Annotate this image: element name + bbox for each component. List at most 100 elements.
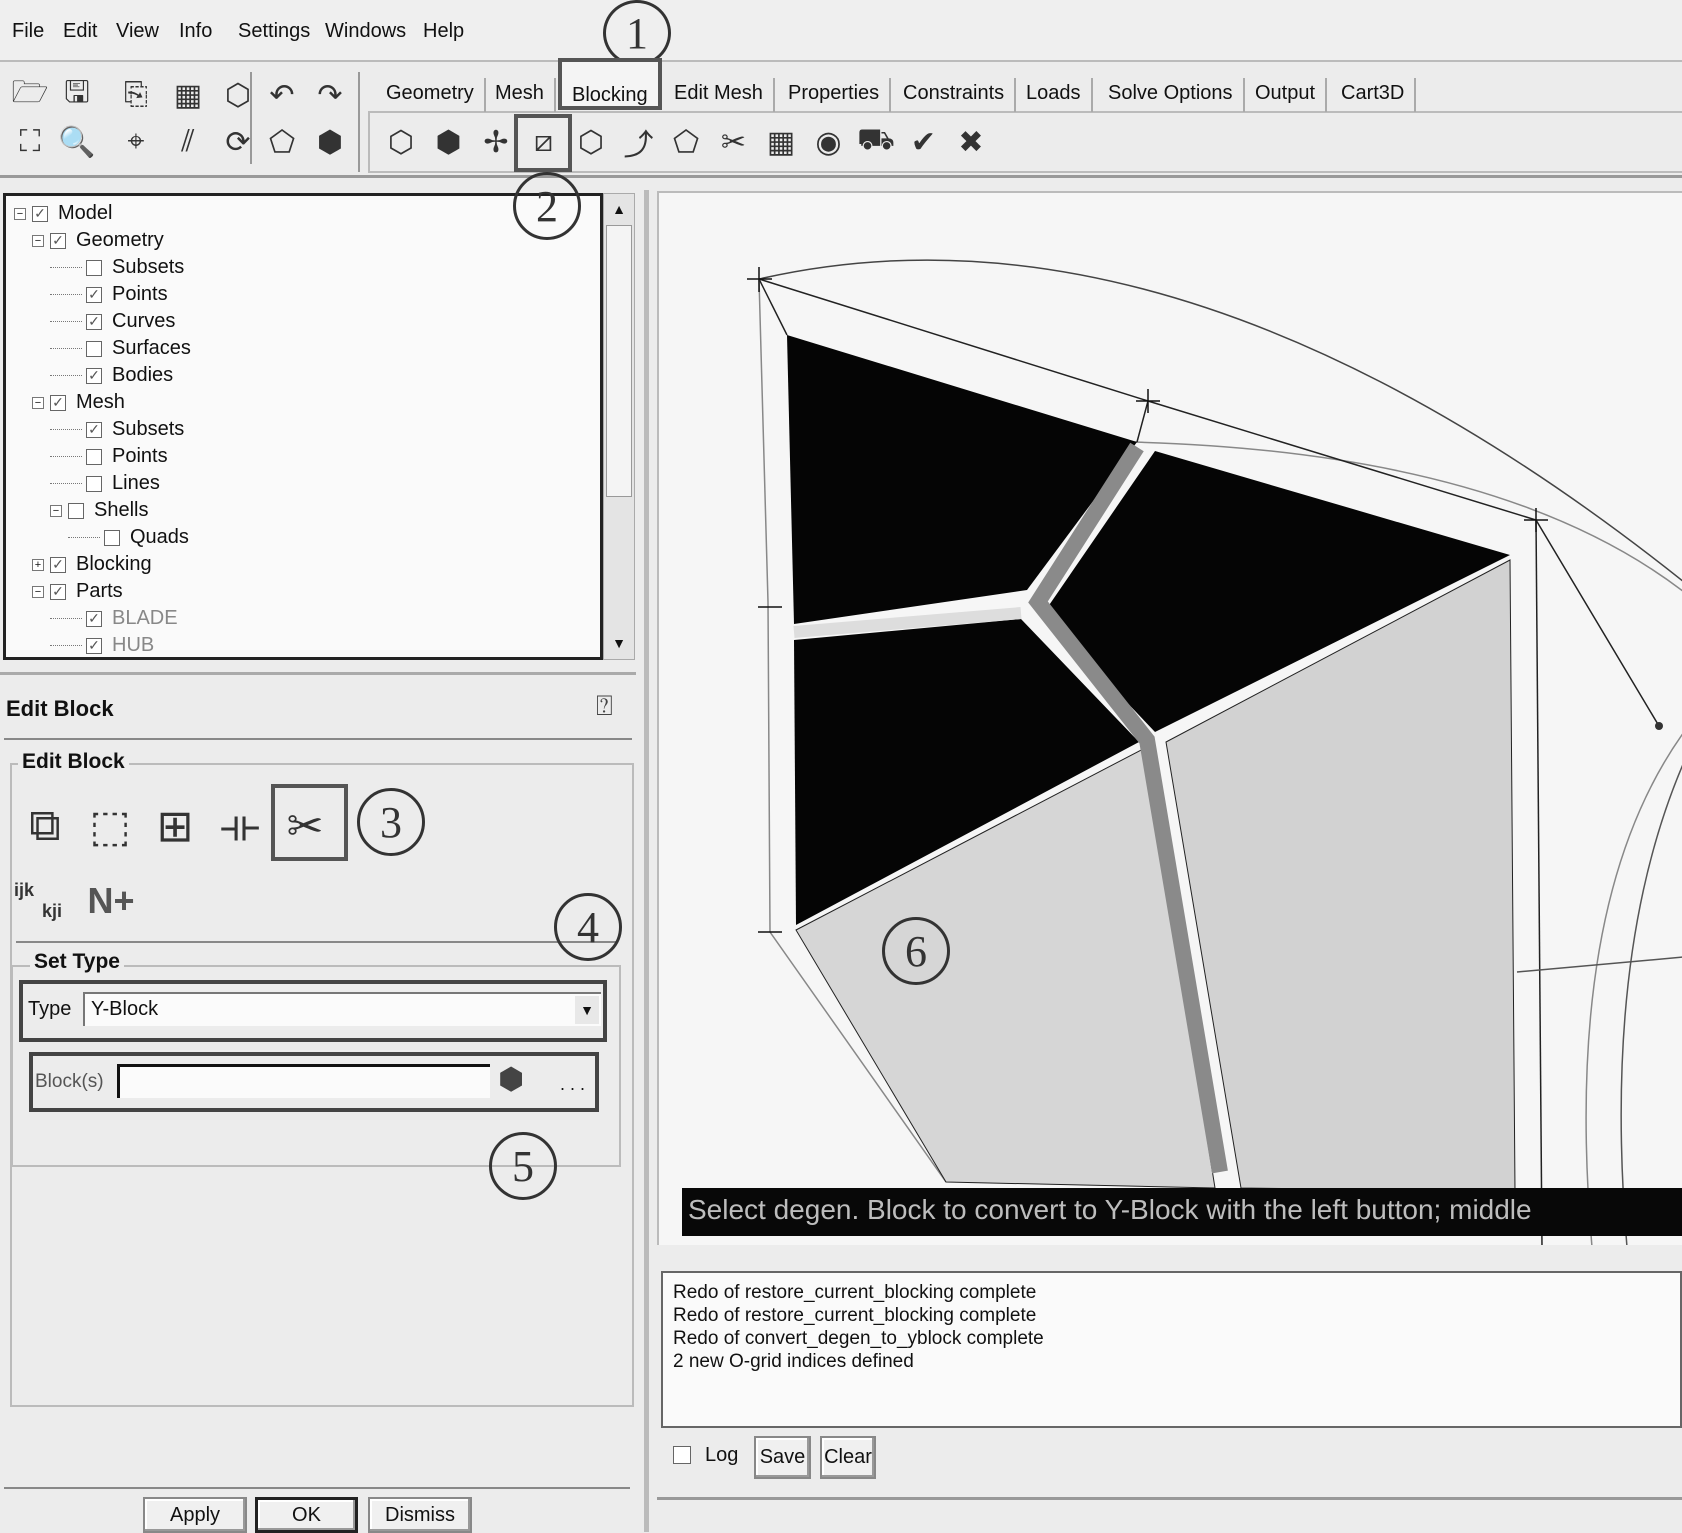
tree-item-blade[interactable]: ✓ BLADE <box>50 605 178 632</box>
collapse-icon[interactable]: − <box>14 207 26 220</box>
tree-item-surfaces[interactable]: Surfaces <box>50 335 191 362</box>
tab-constraints[interactable]: Constraints <box>893 78 1017 112</box>
tab-geometry[interactable]: Geometry <box>376 78 486 112</box>
tree-item-subsets[interactable]: ✓ Subsets <box>50 416 184 443</box>
pre-mesh-icon[interactable]: ▦ <box>761 122 801 162</box>
collapse-icon[interactable]: − <box>32 234 44 247</box>
visibility-checkbox[interactable]: ✓ <box>50 556 66 573</box>
undo-icon[interactable]: ↶ <box>262 75 302 115</box>
dismiss-button[interactable]: Dismiss <box>368 1497 472 1533</box>
move-vertex-icon[interactable]: ⤴ <box>619 122 659 162</box>
graphics-viewport[interactable] <box>657 191 1682 1245</box>
scroll-down-arrow-icon[interactable]: ▼ <box>606 630 632 656</box>
fit-window-icon[interactable]: ⛶ <box>10 122 50 162</box>
tree-item-lines[interactable]: Lines <box>50 470 160 497</box>
coordinate-icon[interactable]: ⫽ <box>168 122 208 162</box>
merge-blocks-icon[interactable]: ⧉ <box>14 795 76 857</box>
menu-file[interactable]: File <box>12 20 44 43</box>
expand-icon[interactable]: + <box>32 558 44 571</box>
tab-cart3d[interactable]: Cart3D <box>1331 78 1417 112</box>
chevron-down-icon[interactable]: ▼ <box>575 996 599 1024</box>
visibility-checkbox[interactable]: ✓ <box>50 583 66 600</box>
save-button[interactable]: Save <box>754 1436 811 1479</box>
import-icon[interactable]: ▦ <box>168 75 208 115</box>
tree-item-curves[interactable]: ✓ Curves <box>50 308 175 335</box>
menu-view[interactable]: View <box>116 20 159 43</box>
visibility-checkbox[interactable] <box>86 259 102 276</box>
transform-icon[interactable]: ⬠ <box>666 122 706 162</box>
adjust-vertex-icon[interactable]: ⊞ <box>144 795 206 857</box>
delete-icon[interactable]: ✖ <box>951 122 991 162</box>
move-face-icon[interactable]: ⟛ <box>209 795 271 857</box>
tree-item-hub[interactable]: ✓ HUB <box>50 632 154 657</box>
tab-mesh[interactable]: Mesh <box>485 78 556 112</box>
tree-item-mesh[interactable]: − ✓ Mesh <box>32 389 125 416</box>
collapse-icon[interactable]: − <box>32 396 44 409</box>
visibility-checkbox[interactable]: ✓ <box>86 286 102 303</box>
edit-block-icon[interactable]: ⧄ <box>524 122 564 162</box>
collapse-icon[interactable]: − <box>32 585 44 598</box>
export-icon[interactable]: ⬡ <box>218 75 258 115</box>
tab-solve-options[interactable]: Solve Options <box>1098 78 1245 112</box>
visibility-checkbox[interactable]: ✓ <box>32 205 48 222</box>
zoom-box-icon[interactable]: 🔍 <box>57 122 97 162</box>
tree-item-points[interactable]: Points <box>50 443 168 470</box>
help-icon[interactable]: ⍰ <box>596 690 613 723</box>
visibility-checkbox[interactable] <box>104 529 120 546</box>
redo-icon[interactable]: ↷ <box>310 75 350 115</box>
ok-button[interactable]: OK <box>255 1497 358 1533</box>
more-button[interactable]: . . . <box>560 1074 585 1095</box>
edit-edge-icon[interactable]: ✂ <box>714 122 754 162</box>
menu-edit[interactable]: Edit <box>63 20 97 43</box>
blocks-input[interactable] <box>117 1064 490 1098</box>
convert-block-type-icon[interactable]: ✂ <box>274 795 336 857</box>
check-icon[interactable]: ✔ <box>904 122 944 162</box>
visibility-checkbox[interactable] <box>86 475 102 492</box>
type-dropdown[interactable]: Y-Block ▼ <box>83 992 601 1026</box>
measure-icon[interactable]: ⌖ <box>116 122 156 162</box>
tree-item-geometry[interactable]: − ✓ Geometry <box>32 227 164 254</box>
visibility-checkbox[interactable]: ✓ <box>86 367 102 384</box>
save-icon[interactable]: 🖫 <box>57 75 97 115</box>
select-cursor-icon[interactable]: ⬢ <box>498 1062 524 1097</box>
wireframe-icon[interactable]: ⬠ <box>262 122 302 162</box>
menu-windows[interactable]: Windows <box>325 20 406 43</box>
quality-icon[interactable]: ◉ <box>809 122 849 162</box>
change-ijk-icon[interactable]: ijk kji <box>14 870 76 932</box>
associate-icon[interactable]: ✢ <box>476 122 516 162</box>
tree-item-subsets[interactable]: Subsets <box>50 254 184 281</box>
scroll-up-arrow-icon[interactable]: ▲ <box>606 196 632 222</box>
save-as-icon[interactable]: ⎘ <box>116 75 156 115</box>
collapse-icon[interactable]: − <box>50 504 62 517</box>
solid-icon[interactable]: ⬢ <box>310 122 350 162</box>
visibility-checkbox[interactable] <box>86 340 102 357</box>
visibility-checkbox[interactable] <box>86 448 102 465</box>
extrude-icon[interactable]: ⛟ <box>856 122 896 162</box>
tree-item-parts[interactable]: − ✓ Parts <box>32 578 123 605</box>
apply-button[interactable]: Apply <box>143 1497 247 1533</box>
tab-edit-mesh[interactable]: Edit Mesh <box>664 78 775 112</box>
split-block-icon[interactable]: ⬢ <box>429 122 469 162</box>
menu-settings[interactable]: Settings <box>238 20 310 43</box>
tree-item-quads[interactable]: Quads <box>68 524 189 551</box>
create-block-icon[interactable]: ⬡ <box>381 122 421 162</box>
menu-info[interactable]: Info <box>179 20 212 43</box>
tree-item-bodies[interactable]: ✓ Bodies <box>50 362 173 389</box>
visibility-checkbox[interactable]: ✓ <box>86 637 102 654</box>
pre-mesh-params-icon[interactable]: ⬡ <box>571 122 611 162</box>
tree-item-shells[interactable]: − Shells <box>50 497 148 524</box>
refresh-icon[interactable]: ⟳ <box>218 122 258 162</box>
tree-item-model[interactable]: − ✓ Model <box>14 200 112 227</box>
clear-button[interactable]: Clear <box>820 1436 876 1479</box>
tab-output[interactable]: Output <box>1245 78 1328 112</box>
modify-block-icon[interactable]: ⬚ <box>79 795 141 857</box>
visibility-checkbox[interactable]: ✓ <box>86 610 102 627</box>
visibility-checkbox[interactable]: ✓ <box>86 421 102 438</box>
visibility-checkbox[interactable]: ✓ <box>50 394 66 411</box>
visibility-checkbox[interactable]: ✓ <box>50 232 66 249</box>
tree-item-points[interactable]: ✓ Points <box>50 281 168 308</box>
menu-help[interactable]: Help <box>423 20 464 43</box>
open-icon[interactable]: 🗁 <box>10 75 50 115</box>
panel-splitter[interactable] <box>644 190 649 1532</box>
tree-item-blocking[interactable]: + ✓ Blocking <box>32 551 152 578</box>
